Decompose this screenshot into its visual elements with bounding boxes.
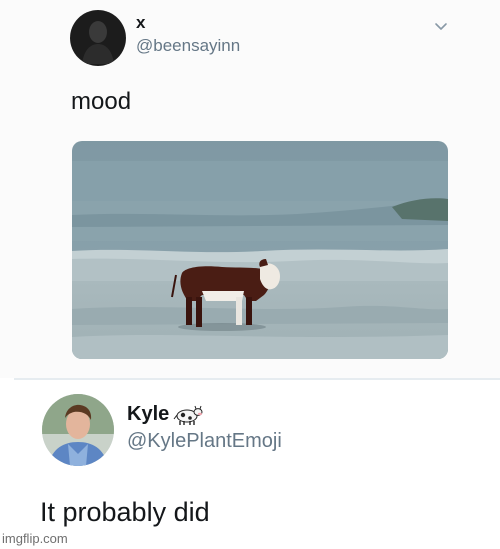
cow-on-beach-photo — [72, 141, 448, 359]
silhouette-avatar-icon — [70, 10, 126, 66]
cow-emoji — [173, 405, 203, 425]
avatar[interactable] — [70, 10, 126, 66]
tweet-text: It probably did — [40, 497, 210, 527]
tweet-original: x @beensayinn mood — [0, 0, 500, 378]
display-name[interactable]: x — [136, 13, 145, 33]
display-name[interactable]: Kyle — [127, 403, 169, 426]
watermark: imgflip.com — [2, 531, 68, 546]
user-handle[interactable]: @KylePlantEmoji — [127, 430, 282, 453]
chevron-down-icon[interactable] — [434, 22, 448, 32]
tweet-media-photo[interactable] — [72, 141, 448, 359]
avatar[interactable] — [42, 394, 114, 466]
tweet-text: mood — [71, 88, 132, 115]
profile-photo-avatar — [42, 394, 114, 466]
user-handle[interactable]: @beensayinn — [136, 36, 240, 56]
